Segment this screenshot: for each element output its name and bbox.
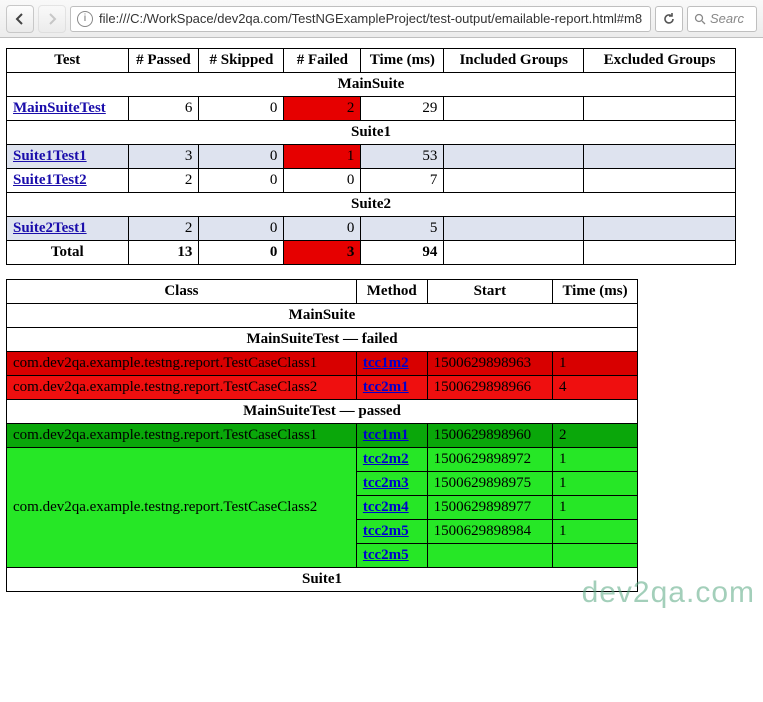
- url-bar[interactable]: i file:///C:/WorkSpace/dev2qa.com/TestNG…: [70, 6, 651, 32]
- summary-header: # Failed: [284, 49, 361, 73]
- method-link[interactable]: tcc2m2: [363, 451, 409, 467]
- url-text: file:///C:/WorkSpace/dev2qa.com/TestNGEx…: [99, 11, 644, 26]
- details-row: com.dev2qa.example.testng.report.TestCas…: [7, 352, 638, 376]
- search-placeholder: Searc: [710, 11, 744, 26]
- browser-toolbar: i file:///C:/WorkSpace/dev2qa.com/TestNG…: [0, 0, 763, 38]
- summary-row: Suite1Test130153: [7, 145, 736, 169]
- method-link[interactable]: tcc2m5: [363, 523, 409, 539]
- reload-button[interactable]: [655, 6, 683, 32]
- test-link[interactable]: Suite1Test2: [13, 172, 87, 188]
- search-icon: [694, 13, 706, 25]
- summary-row: MainSuiteTest60229: [7, 97, 736, 121]
- search-box[interactable]: Searc: [687, 6, 757, 32]
- summary-header: Excluded Groups: [584, 49, 736, 73]
- summary-header: # Passed: [128, 49, 199, 73]
- details-table: ClassMethodStartTime (ms) MainSuiteMainS…: [6, 279, 638, 592]
- summary-row: Suite1Test22007: [7, 169, 736, 193]
- info-icon[interactable]: i: [77, 11, 93, 27]
- details-row: com.dev2qa.example.testng.report.TestCas…: [7, 424, 638, 448]
- test-link[interactable]: Suite2Test1: [13, 220, 87, 236]
- suite-header: MainSuite: [7, 73, 736, 97]
- summary-header: Time (ms): [361, 49, 444, 73]
- suite-header: Suite2: [7, 193, 736, 217]
- test-link[interactable]: MainSuiteTest: [13, 100, 106, 116]
- summary-row: Suite2Test12005: [7, 217, 736, 241]
- method-link[interactable]: tcc2m4: [363, 499, 409, 515]
- method-link[interactable]: tcc2m1: [363, 379, 409, 395]
- summary-header: Included Groups: [444, 49, 584, 73]
- total-row: Total130394: [7, 241, 736, 265]
- back-button[interactable]: [6, 5, 34, 33]
- summary-header: Test: [7, 49, 129, 73]
- details-row: com.dev2qa.example.testng.report.TestCas…: [7, 448, 638, 472]
- details-row: com.dev2qa.example.testng.report.TestCas…: [7, 376, 638, 400]
- details-section: MainSuite: [7, 304, 638, 328]
- method-link[interactable]: tcc1m2: [363, 355, 409, 371]
- details-header: Class: [7, 280, 357, 304]
- details-group: MainSuiteTest — failed: [7, 328, 638, 352]
- details-header: Start: [427, 280, 552, 304]
- method-link[interactable]: tcc2m5: [363, 547, 409, 563]
- summary-table: Test# Passed# Skipped# FailedTime (ms)In…: [6, 48, 736, 265]
- suite-header: Suite1: [7, 121, 736, 145]
- method-link[interactable]: tcc1m1: [363, 427, 409, 443]
- details-section: Suite1: [7, 568, 638, 592]
- details-header: Time (ms): [553, 280, 638, 304]
- details-group: MainSuiteTest — passed: [7, 400, 638, 424]
- details-header: Method: [356, 280, 427, 304]
- summary-header: # Skipped: [199, 49, 284, 73]
- method-link[interactable]: tcc2m3: [363, 475, 409, 491]
- test-link[interactable]: Suite1Test1: [13, 148, 87, 164]
- forward-button[interactable]: [38, 5, 66, 33]
